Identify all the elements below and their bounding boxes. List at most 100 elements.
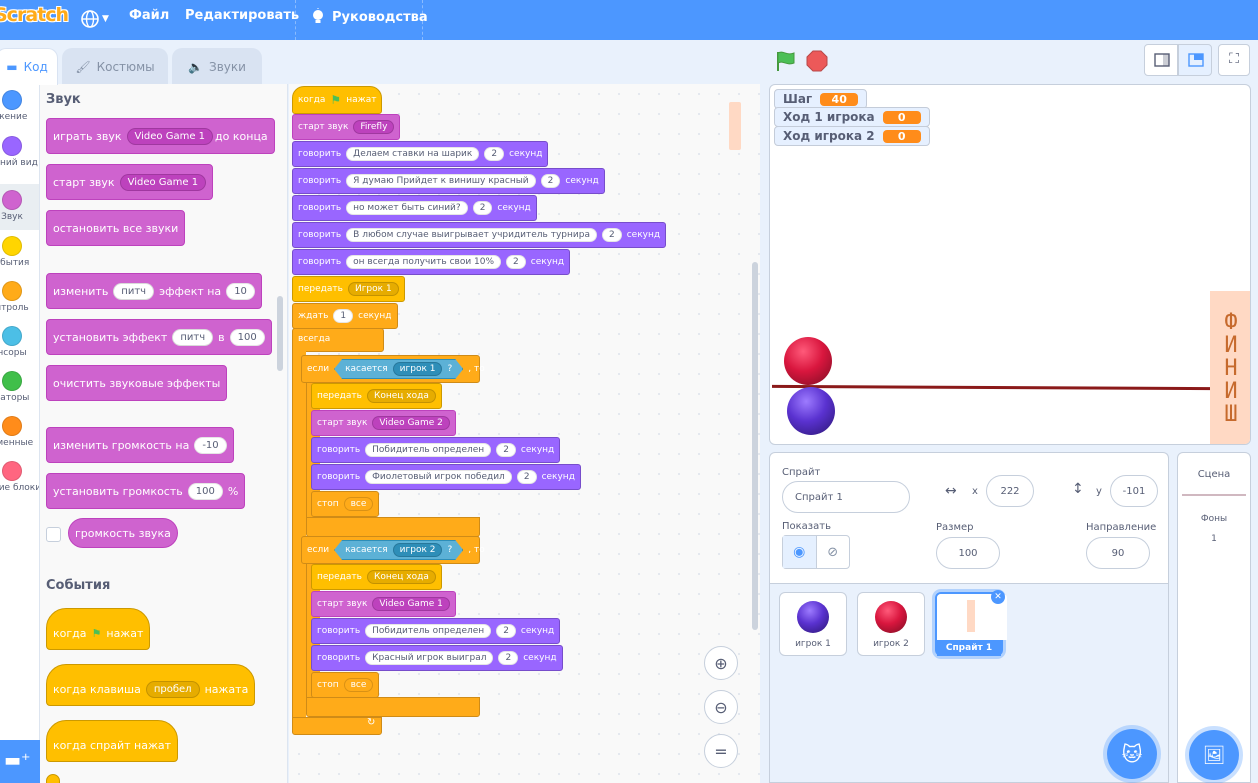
touching-player2-condition[interactable]: касается игрок 2? — [334, 540, 463, 560]
visibility-toggle: ◉ ⊘ — [782, 535, 850, 569]
broadcast-turn-end-1[interactable]: передать Конец хода — [311, 383, 442, 409]
small-stage-button[interactable] — [1144, 44, 1178, 76]
scene-title: Сцена — [1197, 469, 1231, 480]
when-flag-clicked-script[interactable]: когда ⚑ нажат — [292, 86, 383, 114]
stop-icon[interactable] — [806, 50, 828, 72]
category-sensing[interactable]: нсоры — [0, 326, 39, 358]
stop-all-1[interactable]: стоп все — [311, 491, 380, 517]
wait-block[interactable]: ждать 1 секунд — [292, 303, 398, 329]
chevron-down-icon: ▼ — [102, 14, 109, 24]
tutorials-button[interactable]: Руководства — [310, 8, 428, 26]
sprite-tile-sprite1[interactable]: Спрайт 1 ✕ — [935, 590, 1007, 656]
next-event-block[interactable] — [46, 774, 60, 783]
sensing-dot-icon — [2, 326, 22, 346]
say-purple-won[interactable]: говорить Фиолетовый игрок победил 2 секунд — [311, 464, 581, 490]
category-variables[interactable]: еменные — [0, 416, 39, 448]
tab-costumes-label: Костюмы — [96, 59, 155, 74]
category-events[interactable]: обытия — [0, 236, 39, 268]
category-motion[interactable]: жение — [0, 90, 39, 122]
normal-stage-button[interactable] — [1178, 44, 1212, 76]
x-input[interactable]: 222 — [986, 475, 1034, 507]
broadcast-turn-end-2[interactable]: передать Конец хода — [311, 564, 442, 590]
say-red-won[interactable]: говорить Красный игрок выиграл 2 секунд — [311, 645, 563, 671]
start-sound-firefly[interactable]: старт звук Firefly — [292, 114, 401, 140]
language-menu[interactable]: ▼ — [80, 7, 112, 31]
zoom-reset-icon: = — [714, 741, 728, 761]
add-extension-button[interactable]: ▬⁺ — [0, 740, 40, 783]
say-block-5[interactable]: говорить он всегда получить свои 10% 2 секу… — [292, 249, 571, 275]
stage-target-panel[interactable]: Сцена Фоны 1 🖼 — [1177, 452, 1251, 783]
stop-all-sounds-block[interactable]: остановить все звуки — [46, 210, 186, 246]
y-label: y — [1096, 486, 1102, 497]
green-flag-icon[interactable] — [774, 50, 796, 72]
say-winner-determined-1[interactable]: говорить Побидитель определен 2 секунд — [311, 437, 561, 463]
broadcast-player1[interactable]: передать Игрок 1 — [292, 276, 405, 302]
extension-icon: ▬⁺ — [4, 750, 31, 771]
change-effect-block[interactable]: изменить питч эффект на 10 — [46, 273, 262, 309]
touching-player1-condition[interactable]: касается игрок 1? — [334, 359, 463, 379]
start-sound-vg1[interactable]: старт звук Video Game 1 — [311, 591, 456, 617]
tab-code[interactable]: ▬ Код — [0, 48, 58, 85]
sprite-tile-player1[interactable]: игрок 1 — [779, 592, 847, 656]
category-menu: жение ешний вид Звук обытия нтроль нсоры… — [0, 84, 40, 783]
zoom-out-button[interactable]: ⊖ — [704, 690, 738, 724]
category-control[interactable]: нтроль — [0, 281, 39, 313]
monitor-step[interactable]: Шаг 40 — [774, 89, 868, 109]
if-touching-player1[interactable]: если касается игрок 1? , то — [301, 355, 485, 383]
say-block-4[interactable]: говорить В любом случае выигрывает учриди… — [292, 222, 667, 248]
sprite-tile-player2[interactable]: игрок 2 — [857, 592, 925, 656]
if2-end — [306, 697, 480, 717]
category-sound[interactable]: Звук — [0, 184, 39, 230]
finish-sprite[interactable]: ФИНИШ — [1210, 291, 1250, 444]
when-sprite-clicked-block[interactable]: когда спрайт нажат — [46, 720, 179, 762]
size-label: Размер — [936, 522, 974, 533]
choose-backdrop-button[interactable]: 🖼 — [1189, 730, 1239, 780]
say-block-2[interactable]: говорить Я думаю Прийдет к винишу красный… — [292, 168, 605, 194]
code-icon: ▬ — [6, 60, 18, 74]
say-block-1[interactable]: говорить Делаем ставки на шарик 2 секунд — [292, 141, 549, 167]
start-sound-block[interactable]: старт звук Video Game 1 — [46, 164, 214, 200]
when-key-pressed-block[interactable]: когда клавиша пробел нажата — [46, 664, 256, 706]
volume-monitor-checkbox[interactable] — [46, 527, 61, 542]
tab-costumes[interactable]: 🖌 Костюмы — [62, 48, 168, 84]
y-input[interactable]: -101 — [1110, 475, 1158, 507]
show-eye-icon[interactable]: ◉ — [783, 536, 817, 568]
red-ball-sprite[interactable] — [784, 337, 832, 385]
play-sound-until-done-block[interactable]: играть звук Video Game 1 до конца — [46, 118, 275, 154]
sprite-name-input[interactable]: Спрайт 1 — [782, 481, 910, 513]
say-winner-determined-2[interactable]: говорить Побидитель определен 2 секунд — [311, 618, 561, 644]
zoom-in-button[interactable]: ⊕ — [704, 646, 738, 680]
monitor-player1-turn[interactable]: Ход 1 игрока 0 — [774, 107, 930, 127]
purple-ball-sprite[interactable] — [787, 387, 835, 435]
delete-sprite-icon[interactable]: ✕ — [991, 590, 1005, 604]
code-area[interactable]: всегда ↻ когда ⚑ нажат старт звук Firefly г… — [289, 84, 760, 783]
when-flag-clicked-block[interactable]: когда ⚑ нажат — [46, 608, 151, 650]
fullscreen-button[interactable]: ⛶ — [1218, 44, 1250, 76]
scratch-logo[interactable]: Scratch — [0, 4, 69, 32]
start-sound-vg2[interactable]: старт звук Video Game 2 — [311, 410, 456, 436]
zoom-reset-button[interactable]: = — [704, 734, 738, 768]
direction-input[interactable]: 90 — [1086, 537, 1150, 569]
palette-scrollbar[interactable] — [277, 296, 283, 371]
say-block-3[interactable]: говорить но может быть синий? 2 секунд — [292, 195, 537, 221]
edit-menu[interactable]: Редактировать — [185, 8, 299, 23]
size-input[interactable]: 100 — [936, 537, 1000, 569]
change-volume-block[interactable]: изменить громкость на -10 — [46, 427, 234, 463]
stage[interactable]: Шаг 40 Ход 1 игрока 0 Ход игрока 20 ФИНИШ — [769, 84, 1251, 445]
clear-effects-block[interactable]: очистить звуковые эффекты — [46, 365, 228, 401]
if-touching-player2[interactable]: если касается игрок 2? , то — [301, 536, 485, 564]
category-operators[interactable]: раторы — [0, 371, 39, 403]
code-scrollbar[interactable] — [752, 262, 758, 630]
stop-all-2[interactable]: стоп все — [311, 672, 380, 698]
set-volume-block[interactable]: установить громкость 100% — [46, 473, 246, 509]
category-looks[interactable]: ешний вид — [0, 136, 39, 168]
file-menu[interactable]: Файл — [129, 8, 169, 23]
tab-sounds[interactable]: 🔈 Звуки — [172, 48, 262, 84]
set-effect-block[interactable]: установить эффект питч в 100 — [46, 319, 272, 355]
category-my-blocks[interactable]: ругие блоки — [0, 461, 39, 493]
choose-sprite-button[interactable]: 🐱 — [1107, 729, 1157, 779]
monitor-player2-turn[interactable]: Ход игрока 20 — [774, 126, 930, 146]
backdrops-label: Фоны — [1200, 514, 1228, 524]
volume-reporter[interactable]: громкость звука — [68, 518, 178, 548]
hide-eye-icon[interactable]: ⊘ — [817, 536, 850, 568]
